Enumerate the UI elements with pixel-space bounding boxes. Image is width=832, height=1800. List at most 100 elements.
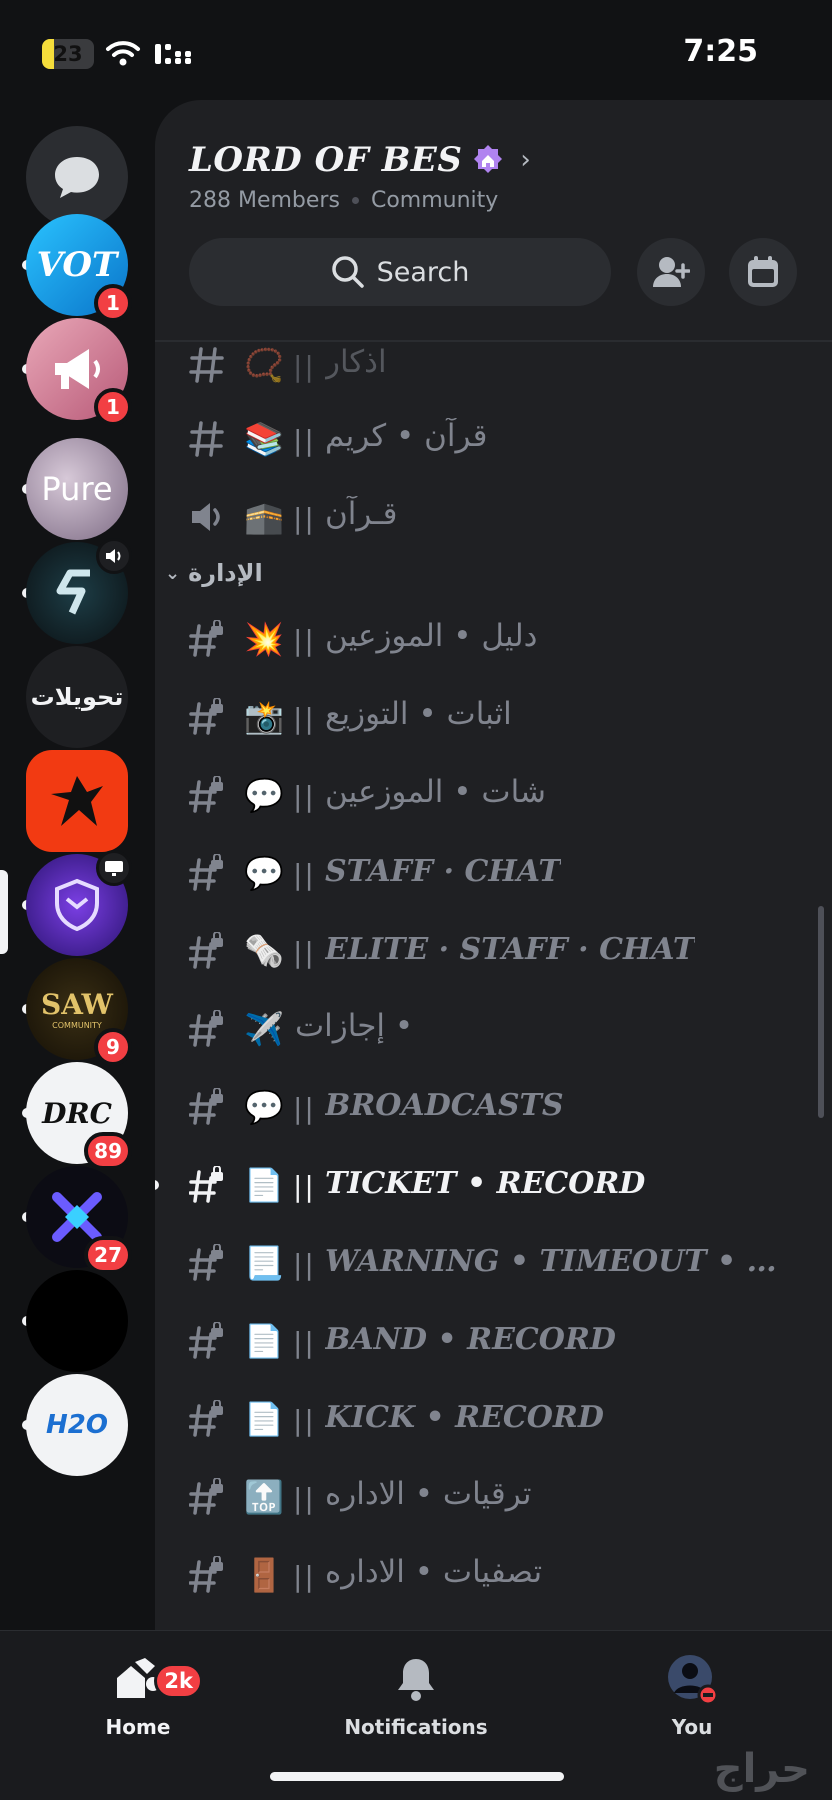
channel-item[interactable]: 💬 || STAFF · CHAT [155, 838, 832, 908]
channel-item[interactable]: 📃 || WARNING • TIMEOUT • RE... [155, 1228, 832, 1298]
channel-emoji: 📃 [244, 1244, 284, 1282]
channel-name: قـرآن [325, 496, 398, 532]
server-sublabel: COMMUNITY [52, 1021, 102, 1030]
channel-separator: || [293, 1248, 316, 1281]
search-icon [331, 256, 364, 288]
server-rail: VOT 1 1 Pure تحويلات SAW COMMUNITY 9 DRC… [0, 100, 152, 1630]
channel-name: دليل • الموزعين [325, 618, 538, 654]
channel-name: قرآن • كريم [325, 418, 488, 454]
text-channel-icon [189, 421, 224, 457]
channel-item[interactable]: 📄 || KICK • RECORD [155, 1384, 832, 1454]
channel-name: إجازات • [295, 1008, 414, 1044]
channel-emoji: 🚪 [244, 1556, 284, 1594]
server-label: DRC [42, 1096, 112, 1130]
channel-item[interactable]: 💬 || شات • الموزعين [155, 760, 832, 830]
server-icon-shield[interactable] [22, 850, 132, 956]
mention-badge: 89 [84, 1132, 132, 1170]
locked-channel-icon [189, 1400, 223, 1437]
channel-list-scrollbar[interactable] [818, 906, 824, 1118]
direct-messages-button[interactable] [26, 126, 128, 228]
server-icon-s[interactable] [22, 538, 132, 644]
channel-item[interactable]: 🗞️ || ELITE · STAFF · CHAT [155, 916, 832, 986]
server-label: SAW [41, 988, 113, 1021]
invite-members-button[interactable] [637, 238, 705, 306]
server-icon-x[interactable]: 27 [22, 1166, 132, 1274]
calendar-icon [748, 256, 778, 287]
add-user-icon [653, 257, 690, 287]
channel-separator: || [293, 1170, 316, 1203]
channel-separator: || [293, 858, 316, 891]
home-indicator[interactable] [270, 1772, 564, 1781]
tab-notifications[interactable]: Notifications [306, 1651, 526, 1739]
megaphone-icon [55, 349, 100, 389]
channel-separator: || [293, 702, 316, 735]
channel-separator: || [293, 1560, 316, 1593]
server-icon-blank[interactable] [22, 1270, 128, 1372]
shield-icon [55, 878, 99, 932]
channel-emoji: 💬 [244, 776, 284, 814]
screen-share-icon [105, 861, 123, 876]
server-icon-drc[interactable]: DRC 89 [22, 1062, 132, 1170]
server-icon-h2o[interactable]: H2O [22, 1374, 128, 1476]
channel-emoji: 🔝 [244, 1478, 284, 1516]
tab-label: Home [105, 1715, 171, 1739]
server-label: تحويلات [30, 683, 124, 711]
channel-separator: || [293, 780, 316, 813]
unread-dot [155, 1180, 159, 1190]
channel-name: تصفيات • الاداره [325, 1554, 543, 1590]
battery-indicator: 23 [42, 39, 94, 69]
channel-emoji: 📿 [244, 346, 284, 384]
channel-name: TICKET • RECORD [325, 1166, 646, 1201]
mention-badge: 9 [94, 1028, 132, 1066]
screen-share-indicator [96, 850, 132, 886]
voice-channel-item[interactable]: 🕋 || قـرآن [155, 482, 832, 552]
mention-badge: 1 [94, 284, 132, 322]
server-icon-vot[interactable]: VOT 1 [22, 214, 132, 322]
channel-item[interactable]: 🔝 || ترقيات • الاداره [155, 1462, 832, 1532]
mention-badge: 1 [94, 388, 132, 426]
channel-item[interactable]: 📄 || BAND • RECORD [155, 1306, 832, 1376]
server-icon-transfers[interactable]: تحويلات [26, 646, 128, 748]
category-name: الإدارة [188, 559, 263, 587]
category-header[interactable]: ⌄ الإدارة [165, 559, 263, 587]
channel-item[interactable]: 🚪 || تصفيات • الاداره [155, 1540, 832, 1610]
channel-item[interactable]: 💬 || BROADCASTS [155, 1072, 832, 1142]
channel-name: شات • الموزعين [325, 774, 547, 810]
channel-emoji: 📚 [244, 420, 284, 458]
watermark: حراج [713, 1746, 810, 1792]
channel-separator: || [293, 1092, 316, 1125]
channel-separator: || [293, 1482, 316, 1515]
server-header[interactable]: LORD OF BES › [189, 140, 531, 180]
avatar [668, 1655, 718, 1705]
channel-item[interactable]: 📿 || اذكار [155, 342, 832, 400]
channel-emoji: 🗞️ [244, 932, 284, 970]
channel-item[interactable]: 💥 || دليل • الموزعين [155, 604, 832, 674]
server-icon-saw[interactable]: SAW COMMUNITY 9 [22, 958, 132, 1066]
server-icon-megaphone[interactable]: 1 [22, 318, 132, 426]
server-icon-eagle[interactable] [26, 750, 128, 852]
eagle-icon [51, 776, 103, 826]
server-icon-pure[interactable]: Pure [22, 438, 128, 540]
meta-separator [351, 197, 359, 204]
channel-separator: || [293, 1404, 316, 1437]
chat-bubble-icon [55, 157, 99, 198]
channel-emoji: 📸 [244, 698, 284, 736]
tab-you[interactable]: You [582, 1651, 802, 1739]
events-button[interactable] [729, 238, 797, 306]
bell-icon [398, 1659, 434, 1701]
channel-item[interactable]: ✈️ إجازات • [155, 994, 832, 1064]
channel-item-selected[interactable]: 📄 || TICKET • RECORD [155, 1150, 832, 1220]
speaker-icon [192, 503, 220, 531]
channel-emoji: 💬 [244, 854, 284, 892]
tab-home[interactable]: 2k Home [28, 1651, 248, 1739]
s-logo-icon [56, 569, 90, 615]
search-button[interactable]: Search [189, 238, 611, 306]
locked-channel-icon [189, 932, 223, 969]
channel-item[interactable]: 📚 || قرآن • كريم [155, 404, 832, 474]
locked-channel-icon [189, 1556, 223, 1593]
channel-separator: || [293, 502, 316, 535]
tab-label: Notifications [344, 1715, 488, 1739]
locked-channel-icon [189, 1244, 223, 1281]
active-server-indicator [0, 870, 8, 954]
channel-item[interactable]: 📸 || اثبات • التوزيع [155, 682, 832, 752]
